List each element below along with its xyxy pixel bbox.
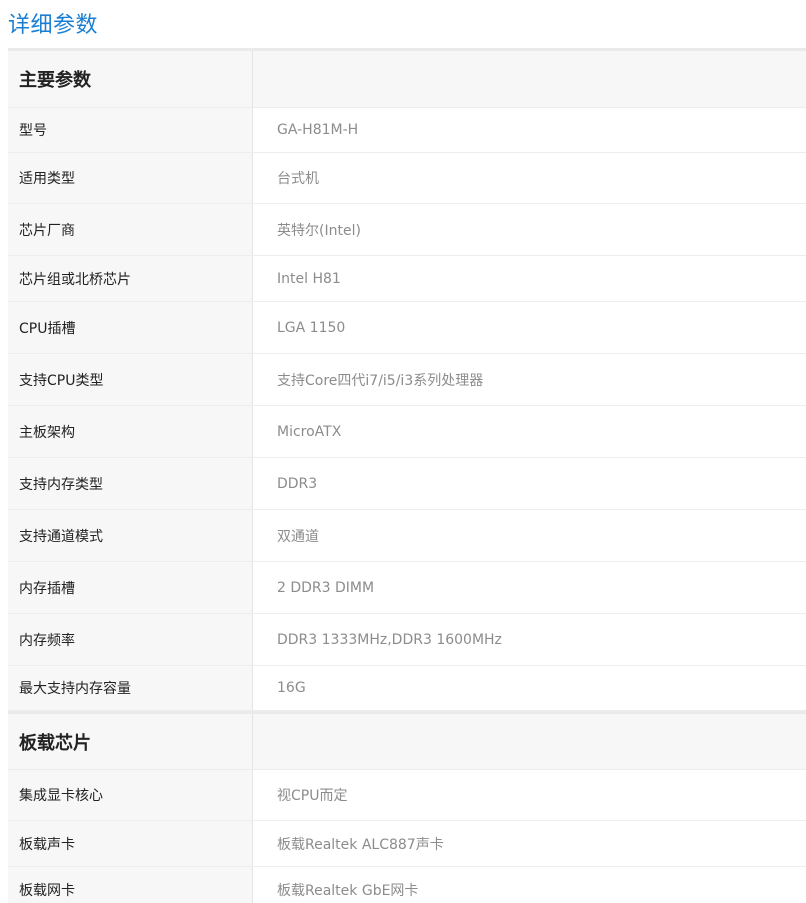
table-row: 主板架构 MicroATX: [8, 406, 806, 458]
spec-value: 板载Realtek ALC887声卡: [277, 836, 444, 853]
table-row: 支持通道模式 双通道: [8, 510, 806, 562]
spec-value: GA-H81M-H: [277, 122, 359, 138]
spec-key: 内存插槽: [8, 562, 253, 613]
table-row: 集成显卡核心 视CPU而定: [8, 770, 806, 821]
spec-key: 板载网卡: [8, 867, 253, 903]
spec-value: 16G: [277, 680, 306, 696]
page-title: 详细参数: [8, 13, 99, 38]
table-row: 板载声卡 板载Realtek ALC887声卡: [8, 821, 806, 867]
spec-value: 台式机: [277, 171, 319, 187]
spec-key: 内存频率: [8, 614, 253, 665]
spec-key: 适用类型: [8, 153, 253, 203]
table-row: 型号 GA-H81M-H: [8, 108, 806, 153]
table-row: 支持内存类型 DDR3: [8, 458, 806, 510]
table-row: 板载网卡 板载Realtek GbE网卡: [8, 867, 806, 903]
section-header-main-params: 主要参数: [8, 51, 806, 108]
spec-value: 板载Realtek GbE网卡: [277, 883, 419, 899]
spec-value: 2 DDR3 DIMM: [277, 579, 375, 596]
section-title: 板载芯片: [8, 714, 253, 769]
spec-value: 英特尔(Intel): [277, 222, 361, 239]
spec-key: 芯片厂商: [8, 204, 253, 255]
spec-key: 主板架构: [8, 406, 253, 457]
spec-value: LGA 1150: [277, 319, 346, 336]
spec-key: 集成显卡核心: [8, 770, 253, 820]
table-row: 芯片组或北桥芯片 Intel H81: [8, 256, 806, 302]
spec-key: 支持通道模式: [8, 510, 253, 561]
section-title: 主要参数: [8, 51, 253, 107]
spec-value: Intel H81: [277, 270, 341, 287]
spec-key: 型号: [8, 108, 253, 152]
spec-value: MicroATX: [277, 423, 342, 440]
spec-value: 支持Core四代i7/i5/i3系列处理器: [277, 372, 484, 389]
spec-key: 芯片组或北桥芯片: [8, 256, 253, 301]
spec-key: 最大支持内存容量: [8, 666, 253, 710]
table-row: 芯片厂商 英特尔(Intel): [8, 204, 806, 256]
spec-value: 视CPU而定: [277, 788, 348, 804]
spec-value: 双通道: [277, 528, 319, 545]
table-row: 内存频率 DDR3 1333MHz,DDR3 1600MHz: [8, 614, 806, 666]
table-row: CPU插槽 LGA 1150: [8, 302, 806, 354]
spec-key: CPU插槽: [8, 302, 253, 353]
table-row: 适用类型 台式机: [8, 153, 806, 204]
spec-key: 板载声卡: [8, 821, 253, 866]
table-row: 内存插槽 2 DDR3 DIMM: [8, 562, 806, 614]
spec-key: 支持CPU类型: [8, 354, 253, 405]
table-row: 最大支持内存容量 16G: [8, 666, 806, 711]
table-row: 支持CPU类型 支持Core四代i7/i5/i3系列处理器: [8, 354, 806, 406]
spec-table: 主要参数 型号 GA-H81M-H 适用类型 台式机 芯片厂商 英特尔(Inte…: [8, 48, 806, 903]
spec-value: DDR3 1333MHz,DDR3 1600MHz: [277, 631, 502, 648]
spec-value: DDR3: [277, 475, 318, 492]
section-header-onboard-chips: 板载芯片: [8, 714, 806, 770]
spec-key: 支持内存类型: [8, 458, 253, 509]
